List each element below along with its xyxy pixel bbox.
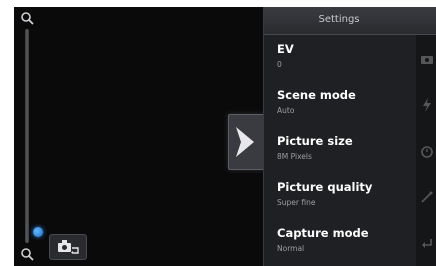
setting-label: Capture mode [277,226,369,240]
settings-panel: Settings EV 0 Scene mode Auto Picture si… [263,7,436,266]
setting-value: Auto [277,106,295,115]
camera-mode-icon [58,240,79,254]
settings-header: Settings [264,7,436,35]
return-icon[interactable] [419,235,435,251]
setting-item-scene-mode[interactable]: Scene mode Auto [264,81,414,127]
zoom-slider-thumb[interactable] [33,226,43,237]
camera-mode-button[interactable] [49,234,87,260]
chevron-right-icon [236,127,254,157]
camera-screen: Settings EV 0 Scene mode Auto Picture si… [14,7,436,266]
setting-label: EV [277,42,294,56]
settings-toggle-button[interactable] [228,114,264,170]
settings-title: Settings [318,14,360,25]
setting-value: Normal [277,244,305,253]
flash-icon[interactable] [419,97,435,113]
side-icon-strip [416,35,436,266]
zoom-in-icon[interactable] [17,9,37,29]
setting-label: Scene mode [277,88,356,102]
setting-value: Super fine [277,198,316,207]
setting-item-picture-size[interactable]: Picture size 8M Pixels [264,127,414,173]
setting-item-picture-quality[interactable]: Picture quality Super fine [264,173,414,219]
setting-item-ev[interactable]: EV 0 [264,35,414,81]
setting-label: Picture size [277,134,353,148]
effects-icon[interactable] [419,189,435,205]
timer-icon[interactable] [419,143,435,159]
setting-value: 8M Pixels [277,152,312,161]
camera-icon[interactable] [419,51,435,67]
zoom-slider[interactable] [25,29,43,243]
settings-list: EV 0 Scene mode Auto Picture size 8M Pix… [264,35,414,265]
zoom-out-icon[interactable] [17,245,37,265]
setting-label: Picture quality [277,180,373,194]
setting-item-capture-mode[interactable]: Capture mode Normal [264,219,414,265]
setting-value: 0 [277,60,282,69]
